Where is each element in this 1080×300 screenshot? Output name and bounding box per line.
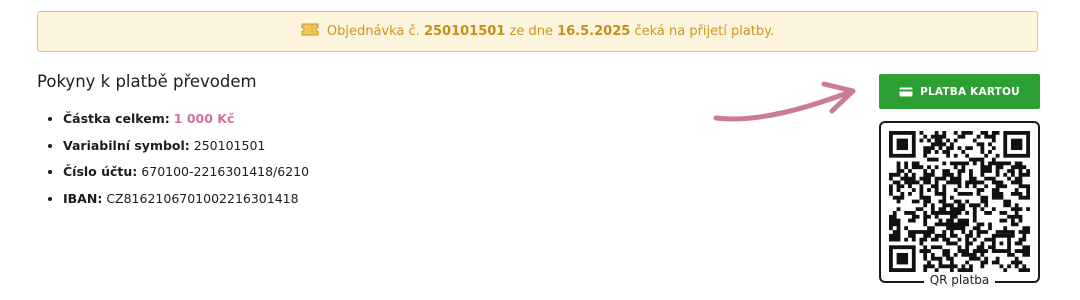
order-status-notice: Objednávka č. 250101501 ze dne 16.5.2025… (37, 11, 1038, 52)
payment-instructions-title: Pokyny k platbě převodem (37, 72, 257, 91)
notice-middle: ze dne (509, 24, 553, 39)
credit-card-icon (899, 87, 913, 97)
variable-symbol-label: Variabilní symbol: (63, 137, 190, 153)
arrow-pointer-icon (713, 81, 856, 122)
variable-symbol-value: 250101501 (193, 137, 266, 153)
account-number-value: 670100-2216301418/6210 (141, 164, 310, 179)
amount-value: 1 000 Kč (173, 111, 235, 126)
pay-by-card-button[interactable]: PLATBA KARTOU (879, 74, 1040, 109)
notice-prefix: Objednávka č. (326, 24, 420, 39)
qr-caption-wrapper: QR platba (879, 273, 1040, 287)
list-item-amount: Částka celkem: 1 000 Kč (63, 106, 309, 133)
qr-code-image (889, 131, 1030, 272)
iban-label: IBAN: (63, 190, 103, 206)
list-item-variable-symbol: Variabilní symbol: 250101501 (63, 133, 309, 160)
payment-details-list: Částka celkem: 1 000 Kč Variabilní symbo… (37, 106, 309, 212)
account-number-label: Číslo účtu: (63, 164, 138, 179)
list-item-iban: IBAN: CZ8162106701002216301418 (63, 186, 309, 213)
pay-by-card-label: PLATBA KARTOU (920, 85, 1020, 98)
iban-value: CZ8162106701002216301418 (106, 190, 299, 206)
ticket-icon (301, 23, 319, 40)
amount-label: Částka celkem: (63, 111, 170, 126)
qr-payment-box (879, 121, 1040, 283)
list-item-account-number: Číslo účtu: 670100-2216301418/6210 (63, 159, 309, 186)
order-date: 16.5.2025 (557, 24, 631, 39)
qr-caption: QR platba (923, 273, 996, 287)
order-number: 250101501 (423, 24, 506, 39)
notice-suffix: čeká na přijetí platby. (634, 24, 775, 39)
